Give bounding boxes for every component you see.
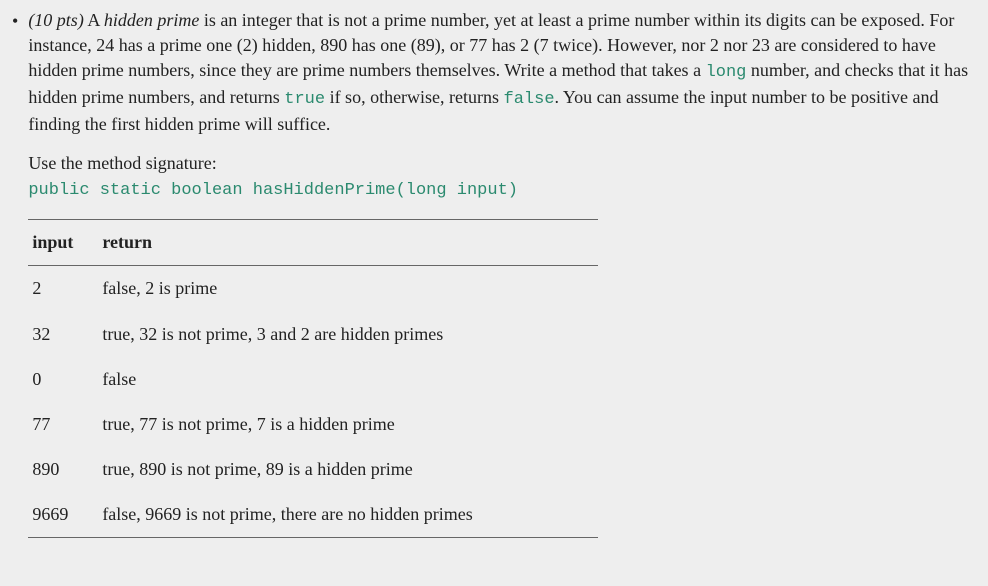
table-row: 9669 false, 9669 is not prime, there are… (28, 492, 598, 538)
table-header-row: input return (28, 220, 598, 266)
term-hidden-prime: hidden prime (104, 10, 199, 30)
cell-input: 890 (28, 447, 98, 492)
cell-return: true, 32 is not prime, 3 and 2 are hidde… (98, 312, 598, 357)
header-return: return (98, 220, 598, 266)
method-signature: public static boolean hasHiddenPrime(lon… (28, 179, 980, 203)
code-long: long (706, 63, 747, 82)
cell-input: 77 (28, 402, 98, 447)
table-row: 890 true, 890 is not prime, 89 is a hidd… (28, 447, 598, 492)
table-row: 32 true, 32 is not prime, 3 and 2 are hi… (28, 312, 598, 357)
problem-body: (10 pts) A hidden prime is an integer th… (28, 8, 980, 538)
code-true: true (284, 90, 325, 109)
cell-return: true, 77 is not prime, 7 is a hidden pri… (98, 402, 598, 447)
code-false: false (504, 90, 555, 109)
intro-text: A (84, 10, 104, 30)
examples-table: input return 2 false, 2 is prime 32 true… (28, 219, 598, 538)
header-input: input (28, 220, 98, 266)
table-row: 0 false (28, 357, 598, 402)
problem-description: (10 pts) A hidden prime is an integer th… (28, 8, 980, 137)
cell-input: 0 (28, 357, 98, 402)
cell-return: true, 890 is not prime, 89 is a hidden p… (98, 447, 598, 492)
cell-input: 2 (28, 266, 98, 312)
table-row: 77 true, 77 is not prime, 7 is a hidden … (28, 402, 598, 447)
cell-return: false, 9669 is not prime, there are no h… (98, 492, 598, 538)
table-row: 2 false, 2 is prime (28, 266, 598, 312)
bullet-point: • (12, 9, 18, 538)
description-part3: if so, otherwise, returns (325, 87, 503, 107)
cell-return: false, 2 is prime (98, 266, 598, 312)
cell-input: 9669 (28, 492, 98, 538)
points-label: (10 pts) (28, 10, 84, 30)
problem-container: • (10 pts) A hidden prime is an integer … (12, 8, 980, 538)
cell-input: 32 (28, 312, 98, 357)
cell-return: false (98, 357, 598, 402)
signature-intro: Use the method signature: (28, 151, 980, 176)
